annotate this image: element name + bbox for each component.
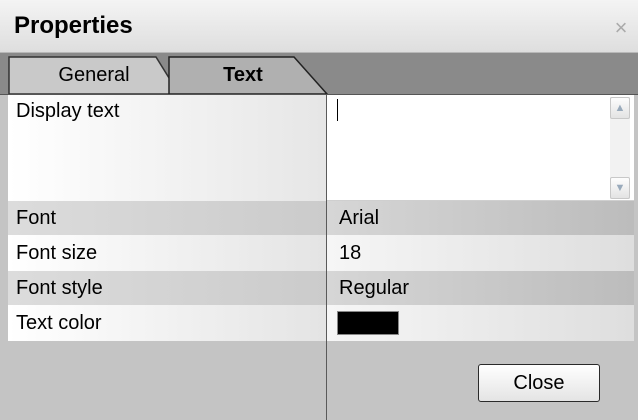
font-value[interactable]: Arial [327,201,634,235]
property-row-font-style[interactable]: Font style Regular [8,271,634,305]
font-size-label: Font size [8,235,326,271]
display-text-scrollbar[interactable]: ▲ ▼ [610,97,630,199]
tab-text[interactable]: Text [168,56,328,94]
close-button[interactable]: Close [478,364,600,402]
font-style-value[interactable]: Regular [327,271,634,305]
property-row-display-text: Display text ▲ ▼ [8,95,634,201]
chevron-down-icon[interactable]: ▼ [610,177,630,199]
tab-general[interactable]: General [8,56,180,94]
display-text-label: Display text [8,95,326,201]
tab-text-label: Text [223,64,263,86]
title-bar: Properties × [0,0,638,53]
chevron-up-icon[interactable]: ▲ [610,97,630,119]
tab-general-label: General [58,64,130,86]
property-grid: Display text ▲ ▼ Font Arial Font size 18… [8,95,634,420]
column-divider [326,95,327,420]
property-row-font[interactable]: Font Arial [8,201,634,235]
font-size-value[interactable]: 18 [327,235,634,271]
font-label: Font [8,201,326,235]
property-row-font-size[interactable]: Font size 18 [8,235,634,271]
font-style-label: Font style [8,271,326,305]
text-color-swatch[interactable] [337,311,399,335]
close-icon[interactable]: × [610,17,632,39]
display-text-input[interactable]: ▲ ▼ [327,95,634,201]
properties-window: Properties × General Text Display text ▲ [0,0,638,420]
text-color-value[interactable] [327,305,634,341]
window-title: Properties [14,12,133,39]
text-color-label: Text color [8,305,326,341]
tab-bar: General Text [0,53,638,95]
text-caret [337,99,338,121]
property-row-text-color[interactable]: Text color [8,305,634,341]
